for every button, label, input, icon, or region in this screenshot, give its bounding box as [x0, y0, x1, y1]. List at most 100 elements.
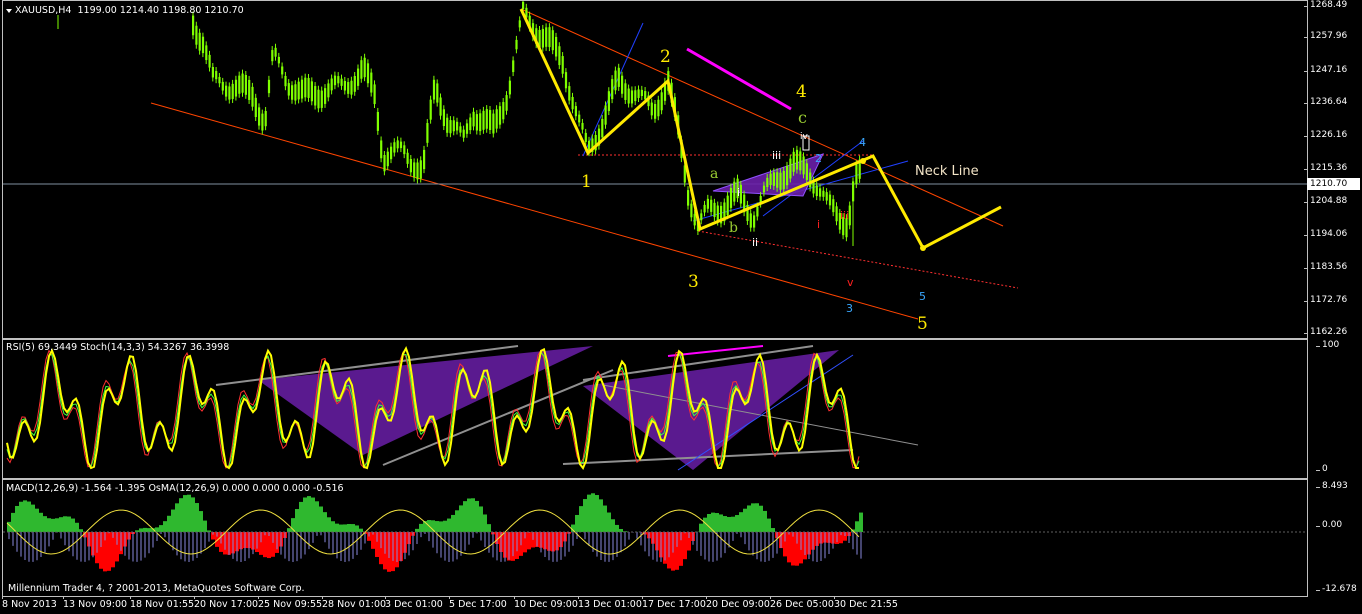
osma-bar [615, 524, 619, 532]
wave-label-a: a [710, 166, 719, 182]
osma-bar [739, 512, 743, 532]
candle-body [792, 151, 795, 172]
time-label: 5 Dec 17:00 [449, 596, 507, 610]
candle-body [390, 146, 393, 160]
candle-body [779, 172, 782, 190]
osma-bar [419, 523, 423, 532]
candle-body [386, 151, 389, 167]
candle-body [370, 72, 373, 93]
osma-bar [603, 505, 607, 532]
candle-body [446, 117, 449, 133]
candle-body [508, 80, 511, 95]
roman-red-iii: iii [840, 209, 850, 222]
time-axis: 8 Nov 2013 13 Nov 09:00 18 Nov 01:55 20 … [0, 596, 1310, 614]
candle-body [373, 84, 376, 105]
osma-bar [611, 519, 615, 532]
osma-bar [191, 497, 195, 532]
osma-bar [67, 516, 71, 532]
price-tick: 1247.16 [1303, 65, 1348, 75]
candle-body [281, 66, 284, 75]
candle-body [644, 91, 647, 100]
time-label: 13 Nov 09:00 [63, 596, 128, 610]
candle-body [828, 194, 832, 206]
osma-bar [591, 493, 595, 532]
candle-body [578, 114, 581, 123]
candle-body [234, 79, 238, 97]
candle-body [462, 129, 465, 138]
blue-label-3: 3 [846, 302, 853, 315]
candle-body [432, 79, 436, 100]
osma-bar [107, 532, 111, 571]
osma-bar [319, 506, 323, 532]
rsi-tick-0: 0 [1316, 464, 1328, 474]
time-label: 26 Dec 05:00 [770, 596, 834, 610]
osma-bar [139, 528, 143, 532]
osma-bar [295, 509, 299, 532]
candle-body [192, 15, 195, 36]
candle-body [366, 63, 370, 84]
osma-bar [583, 499, 587, 532]
roman-iv: iv [800, 132, 808, 142]
candle-body [423, 149, 426, 170]
candle-body [380, 140, 383, 159]
rsi-stoch-pane[interactable] [2, 339, 1308, 479]
candle-body [574, 106, 577, 117]
candle-body [221, 81, 224, 91]
candle-body [208, 54, 211, 68]
candle-body [690, 203, 693, 218]
candle-body [716, 205, 719, 222]
candle-body [564, 72, 568, 89]
price-chart-pane[interactable] [2, 0, 1308, 339]
macd-pane[interactable] [2, 479, 1308, 597]
candle-body [799, 151, 802, 171]
osma-bar [183, 495, 187, 532]
price-tick: 1194.06 [1303, 229, 1348, 239]
candle-body [337, 76, 340, 84]
candle-body [330, 78, 333, 91]
candle-body [512, 60, 515, 73]
candle-body [406, 152, 409, 164]
candle-body [347, 82, 350, 94]
osma-bar [771, 528, 775, 532]
wave-point [920, 245, 926, 251]
osma-bar [471, 498, 475, 532]
candle-body [756, 206, 759, 217]
osma-bar [759, 505, 763, 532]
candle-body [363, 57, 366, 78]
candle-body [617, 67, 620, 87]
candle-body [350, 80, 353, 95]
candle-body [654, 104, 657, 119]
rsi-header: RSI(5) 69.3449 Stoch(14,3,3) 54.3267 36.… [6, 342, 230, 353]
candle-body [320, 90, 323, 108]
osma-bar [27, 501, 31, 532]
time-label: 3 Dec 01:00 [385, 596, 443, 610]
dropdown-caret-icon[interactable] [6, 8, 12, 13]
osma-bar [451, 514, 455, 532]
candle-body [555, 36, 558, 57]
osma-bar [263, 532, 267, 558]
price-tick: 1226.16 [1303, 130, 1348, 140]
candle-body [353, 76, 356, 92]
candle-body [205, 45, 208, 61]
time-label: 10 Dec 09:00 [514, 596, 578, 610]
price-tick: 1236.64 [1303, 97, 1348, 107]
candle-body [413, 162, 416, 178]
osma-bar [171, 509, 175, 532]
macd-tick-top: 8.493 [1316, 481, 1348, 491]
osma-bar [587, 494, 591, 532]
candle-body [376, 111, 379, 131]
osma-bar [723, 516, 727, 532]
time-label: 17 Dec 17:00 [642, 596, 706, 610]
candle-body [452, 120, 455, 132]
osma-bar [747, 505, 751, 532]
candle-body [294, 84, 297, 101]
candle-body [231, 83, 234, 99]
candle-body [584, 132, 587, 142]
candle-body [749, 213, 752, 228]
osma-bar [339, 524, 343, 532]
osma-bar [455, 510, 459, 532]
candle-body [795, 149, 799, 170]
candle-body [832, 199, 835, 213]
candle-body [238, 75, 241, 94]
osma-bar [147, 528, 151, 532]
